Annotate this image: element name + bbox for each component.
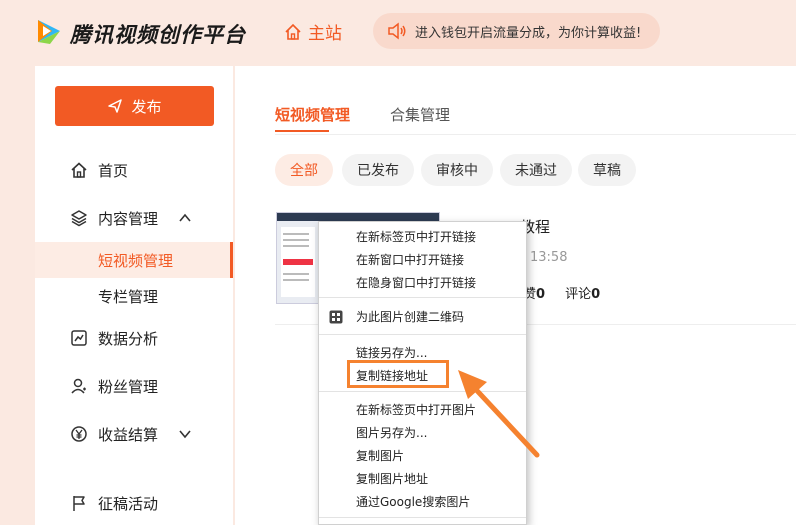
sidebar-item-content-management[interactable]: 内容管理	[35, 201, 233, 235]
menu-separator	[319, 517, 526, 518]
home-icon	[285, 23, 301, 40]
send-icon	[108, 99, 123, 113]
comments-stat: 评论0	[565, 283, 600, 302]
sidebar-item-earnings[interactable]: 收益结算	[35, 417, 233, 451]
chevron-up-icon	[179, 213, 191, 222]
menu-separator	[319, 297, 526, 298]
filter-all[interactable]: 全部	[275, 154, 333, 186]
sidebar: 发布 首页 内容管理 短视频管理 专栏管理 数据分析 粉丝管理 收益结算 征稿活…	[35, 66, 233, 525]
sidebar-item-column[interactable]: 专栏管理	[35, 278, 233, 314]
menu-open-link-new-tab[interactable]: 在新标签页中打开链接	[319, 225, 526, 248]
tencent-video-logo[interactable]	[34, 17, 64, 45]
wallet-notice-text: 进入钱包开启流量分成，为你计算收益!	[415, 25, 642, 41]
publish-button[interactable]: 发布	[55, 86, 214, 126]
sidebar-item-label: 专栏管理	[98, 287, 159, 306]
menu-separator	[319, 334, 526, 335]
comments-value: 0	[591, 287, 601, 302]
flag-icon	[73, 496, 85, 511]
filter-rejected[interactable]: 未通过	[500, 154, 572, 186]
video-time: 13:58	[530, 250, 568, 265]
thumbnail-line	[283, 239, 309, 241]
top-bar: 腾讯视频创作平台 主站 进入钱包开启流量分成，为你计算收益!	[0, 0, 796, 66]
speaker-icon	[388, 22, 406, 40]
likes-value: 0	[536, 287, 546, 302]
publish-button-label: 发布	[131, 97, 162, 116]
tab-short-video[interactable]: 短视频管理	[275, 104, 350, 125]
menu-save-image-as[interactable]: 图片另存为...	[319, 421, 526, 444]
video-stats: 赞0 评论0	[523, 283, 600, 302]
chart-icon	[71, 330, 87, 346]
thumbnail-line	[283, 233, 309, 235]
menu-open-link-incognito[interactable]: 在隐身窗口中打开链接	[319, 271, 526, 294]
sidebar-item-label: 内容管理	[98, 209, 159, 228]
sidebar-item-label: 粉丝管理	[98, 377, 159, 396]
brand-name[interactable]: 腾讯视频创作平台	[70, 19, 246, 49]
fans-icon	[71, 378, 86, 394]
tab-divider	[275, 134, 796, 135]
menu-open-link-new-window[interactable]: 在新窗口中打开链接	[319, 248, 526, 271]
filter-drafts[interactable]: 草稿	[578, 154, 636, 186]
menu-item-label: 为此图片创建二维码	[356, 310, 465, 324]
menu-separator	[319, 391, 526, 392]
yuan-icon	[71, 426, 87, 442]
thumbnail-line	[283, 279, 309, 281]
thumbnail-line	[283, 273, 309, 275]
home-icon	[71, 162, 87, 178]
wallet-notice[interactable]: 进入钱包开启流量分成，为你计算收益!	[373, 13, 660, 49]
sidebar-item-label: 首页	[98, 161, 129, 180]
sidebar-item-label: 短视频管理	[98, 251, 174, 270]
sidebar-item-data-analysis[interactable]: 数据分析	[35, 321, 233, 355]
chevron-down-icon	[179, 430, 191, 439]
sidebar-item-label: 数据分析	[98, 329, 159, 348]
thumbnail-highlight	[283, 259, 313, 265]
menu-copy-image[interactable]: 复制图片	[319, 444, 526, 467]
layers-icon	[71, 210, 87, 227]
filter-published[interactable]: 已发布	[342, 154, 414, 186]
sidebar-item-fans[interactable]: 粉丝管理	[35, 369, 233, 403]
menu-search-image-google[interactable]: 通过Google搜索图片	[319, 490, 526, 513]
thumbnail-window-bar	[277, 213, 439, 221]
thumbnail-line	[283, 245, 309, 247]
menu-create-qr-code[interactable]: 为此图片创建二维码	[319, 305, 526, 328]
menu-copy-image-address[interactable]: 复制图片地址	[319, 467, 526, 490]
home-link[interactable]: 主站	[284, 19, 342, 44]
sidebar-item-label: 征稿活动	[98, 494, 159, 513]
tab-active-indicator	[275, 130, 329, 132]
sidebar-item-label: 收益结算	[98, 425, 159, 444]
highlight-box	[347, 360, 449, 388]
menu-open-image-new-tab[interactable]: 在新标签页中打开图片	[319, 398, 526, 421]
comments-label: 评论	[565, 287, 592, 302]
sidebar-item-home[interactable]: 首页	[35, 153, 233, 187]
qr-code-icon	[329, 310, 343, 324]
home-link-label: 主站	[308, 24, 342, 44]
sidebar-item-submissions[interactable]: 征稿活动	[35, 486, 233, 520]
tab-collections[interactable]: 合集管理	[390, 104, 450, 125]
filter-reviewing[interactable]: 审核中	[421, 154, 493, 186]
sidebar-item-short-video[interactable]: 短视频管理	[35, 242, 233, 278]
